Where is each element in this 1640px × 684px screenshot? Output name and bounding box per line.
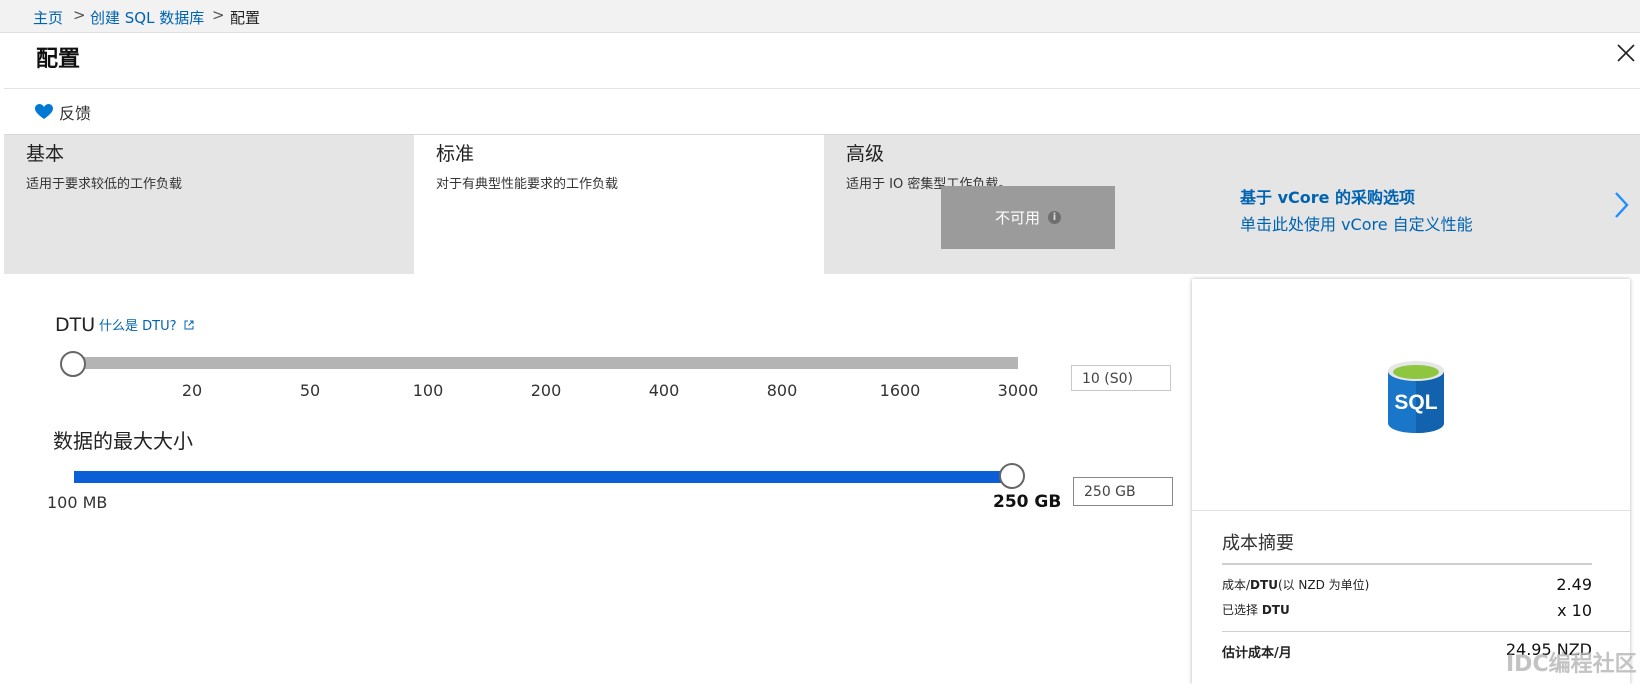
sql-database-icon: SQL [1388, 361, 1444, 433]
dtu-help-text: 什么是 DTU? [99, 319, 177, 334]
feedback-button[interactable]: 反馈 [35, 100, 91, 124]
cost-row-prefix: 已选择 [1222, 603, 1262, 617]
dtu-tick-label: 50 [299, 381, 321, 400]
storage-label: 数据的最大大小 [53, 429, 193, 453]
breadcrumb-home[interactable]: 主页 [33, 7, 63, 28]
tier-standard[interactable]: 标准 对于有典型性能要求的工作负载 [414, 135, 824, 274]
breadcrumb: 主页 > 创建 SQL 数据库 > 配置 [0, 0, 1640, 33]
storage-value-input[interactable]: 250 GB [1073, 477, 1173, 506]
unavailable-label: 不可用 [994, 209, 1040, 227]
divider [1192, 510, 1630, 511]
heart-icon [35, 104, 53, 119]
external-link-icon [184, 320, 194, 330]
breadcrumb-create-sql-db[interactable]: 创建 SQL 数据库 [90, 7, 204, 28]
vcore-option-link[interactable]: 基于 vCore 的采购选项 单击此处使用 vCore 自定义性能 [1240, 184, 1473, 235]
feedback-label: 反馈 [59, 104, 92, 123]
dtu-tick-label: 200 [530, 381, 562, 400]
dtu-tick-label: 800 [766, 381, 798, 400]
cost-row-bold: DTU [1261, 603, 1290, 617]
watermark: IDC编程社区 [1506, 652, 1637, 677]
cost-row-label: 已选择 DTU [1222, 601, 1290, 618]
cost-row-bold: DTU [1250, 578, 1278, 592]
divider [1222, 563, 1592, 565]
storage-slider-thumb[interactable] [999, 463, 1025, 489]
dtu-slider-thumb[interactable] [60, 351, 86, 377]
estimated-cost-label: 估计成本/月 [1222, 646, 1292, 661]
vcore-title: 基于 vCore 的采购选项 [1240, 188, 1416, 207]
dtu-tick-label: 100 [412, 381, 444, 400]
dtu-tick-label: 400 [648, 381, 680, 400]
storage-min-label: 100 MB [47, 493, 108, 512]
blade-header: 配置 [4, 33, 1640, 89]
tier-standard-title: 标准 [436, 143, 475, 165]
dtu-label: DTU [55, 314, 96, 336]
dtu-value-input[interactable]: 10 (S0) [1071, 365, 1171, 391]
cost-summary-card: SQL 成本摘要 成本/DTU(以 NZD 为单位) 2.49 已选择 DTU … [1192, 279, 1630, 684]
dtu-tick-label: 20 [181, 381, 203, 400]
tier-basic-title: 基本 [26, 143, 65, 165]
sql-logo-text: SQL [1394, 391, 1437, 414]
tier-premium-title: 高级 [846, 143, 885, 165]
vcore-subtitle: 单击此处使用 vCore 自定义性能 [1240, 215, 1473, 234]
tier-standard-description: 对于有典型性能要求的工作负载 [436, 177, 619, 192]
info-icon[interactable]: i [1048, 211, 1061, 224]
dtu-help-link[interactable]: 什么是 DTU? [99, 315, 194, 334]
storage-slider-fill [74, 471, 1022, 483]
divider [1222, 631, 1630, 632]
dtu-tick-label: 3000 [997, 381, 1039, 400]
selected-dtu-value: x 10 [1557, 601, 1592, 620]
cost-row-prefix: 成本/ [1222, 578, 1251, 592]
chevron-right-icon: > [73, 6, 86, 24]
cost-per-dtu-value: 2.49 [1556, 575, 1592, 594]
page-title: 配置 [36, 47, 81, 72]
cost-row-suffix: (以 NZD 为单位) [1277, 578, 1370, 592]
tier-basic-description: 适用于要求较低的工作负载 [26, 177, 183, 192]
breadcrumb-current: 配置 [230, 9, 261, 27]
storage-max-label: 250 GB [993, 492, 1062, 512]
unavailable-badge: 不可用 i [941, 186, 1115, 249]
dtu-slider-track[interactable] [64, 357, 1018, 369]
close-icon[interactable] [1614, 41, 1638, 65]
tier-basic[interactable]: 基本 适用于要求较低的工作负载 [4, 135, 414, 274]
dtu-tick-label: 1600 [879, 381, 921, 400]
chevron-right-icon[interactable] [1612, 190, 1630, 220]
cost-row-label: 成本/DTU(以 NZD 为单位) [1222, 576, 1369, 593]
cost-summary-title: 成本摘要 [1222, 533, 1294, 554]
chevron-right-icon: > [212, 6, 225, 24]
